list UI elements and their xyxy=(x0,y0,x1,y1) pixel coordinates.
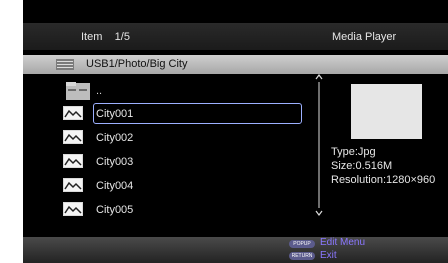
file-name: City005 xyxy=(96,204,134,216)
app-title: Media Player xyxy=(332,31,397,43)
list-item[interactable]: City004 xyxy=(63,176,313,196)
file-resolution: Resolution:1280×960 xyxy=(331,174,436,186)
path-bar: USB1/Photo/Big City xyxy=(23,55,448,74)
exit-hint: Exit xyxy=(320,250,337,261)
image-preview xyxy=(351,84,422,139)
image-thumbnail-icon xyxy=(63,154,83,168)
image-thumbnail-icon xyxy=(63,202,83,216)
popup-button[interactable]: POPUP xyxy=(289,240,315,248)
selection-highlight xyxy=(93,103,302,124)
file-size: Size:0.516M xyxy=(331,160,393,172)
file-name: City004 xyxy=(96,180,134,192)
item-counter: 1/5 xyxy=(114,31,130,43)
item-label: Item 1/5 xyxy=(81,31,130,43)
scroll-up-icon xyxy=(315,74,323,80)
file-name: City002 xyxy=(96,132,134,144)
image-thumbnail-icon xyxy=(63,130,83,144)
folder-icon xyxy=(56,59,74,70)
file-name: City003 xyxy=(96,156,134,168)
list-item[interactable]: City002 xyxy=(63,128,313,148)
scroll-down-icon xyxy=(315,210,323,216)
media-player-screen: Item 1/5 Media Player USB1/Photo/Big Cit… xyxy=(23,0,448,263)
header-bar: Item 1/5 Media Player xyxy=(23,23,448,50)
scrollbar[interactable] xyxy=(314,72,324,218)
parent-directory-link[interactable]: .. xyxy=(96,85,102,97)
file-type: Type:Jpg xyxy=(331,146,376,158)
image-thumbnail-icon xyxy=(63,178,83,192)
list-item[interactable]: City005 xyxy=(63,200,313,220)
footer-bar xyxy=(23,237,448,263)
edit-menu-hint: Edit Menu xyxy=(320,237,366,248)
image-thumbnail-icon xyxy=(63,106,83,120)
parent-folder-icon[interactable] xyxy=(66,82,90,100)
current-path: USB1/Photo/Big City xyxy=(86,58,188,70)
item-label-text: Item xyxy=(81,31,103,43)
return-button[interactable]: RETURN xyxy=(289,252,315,260)
list-item[interactable]: City003 xyxy=(63,152,313,172)
